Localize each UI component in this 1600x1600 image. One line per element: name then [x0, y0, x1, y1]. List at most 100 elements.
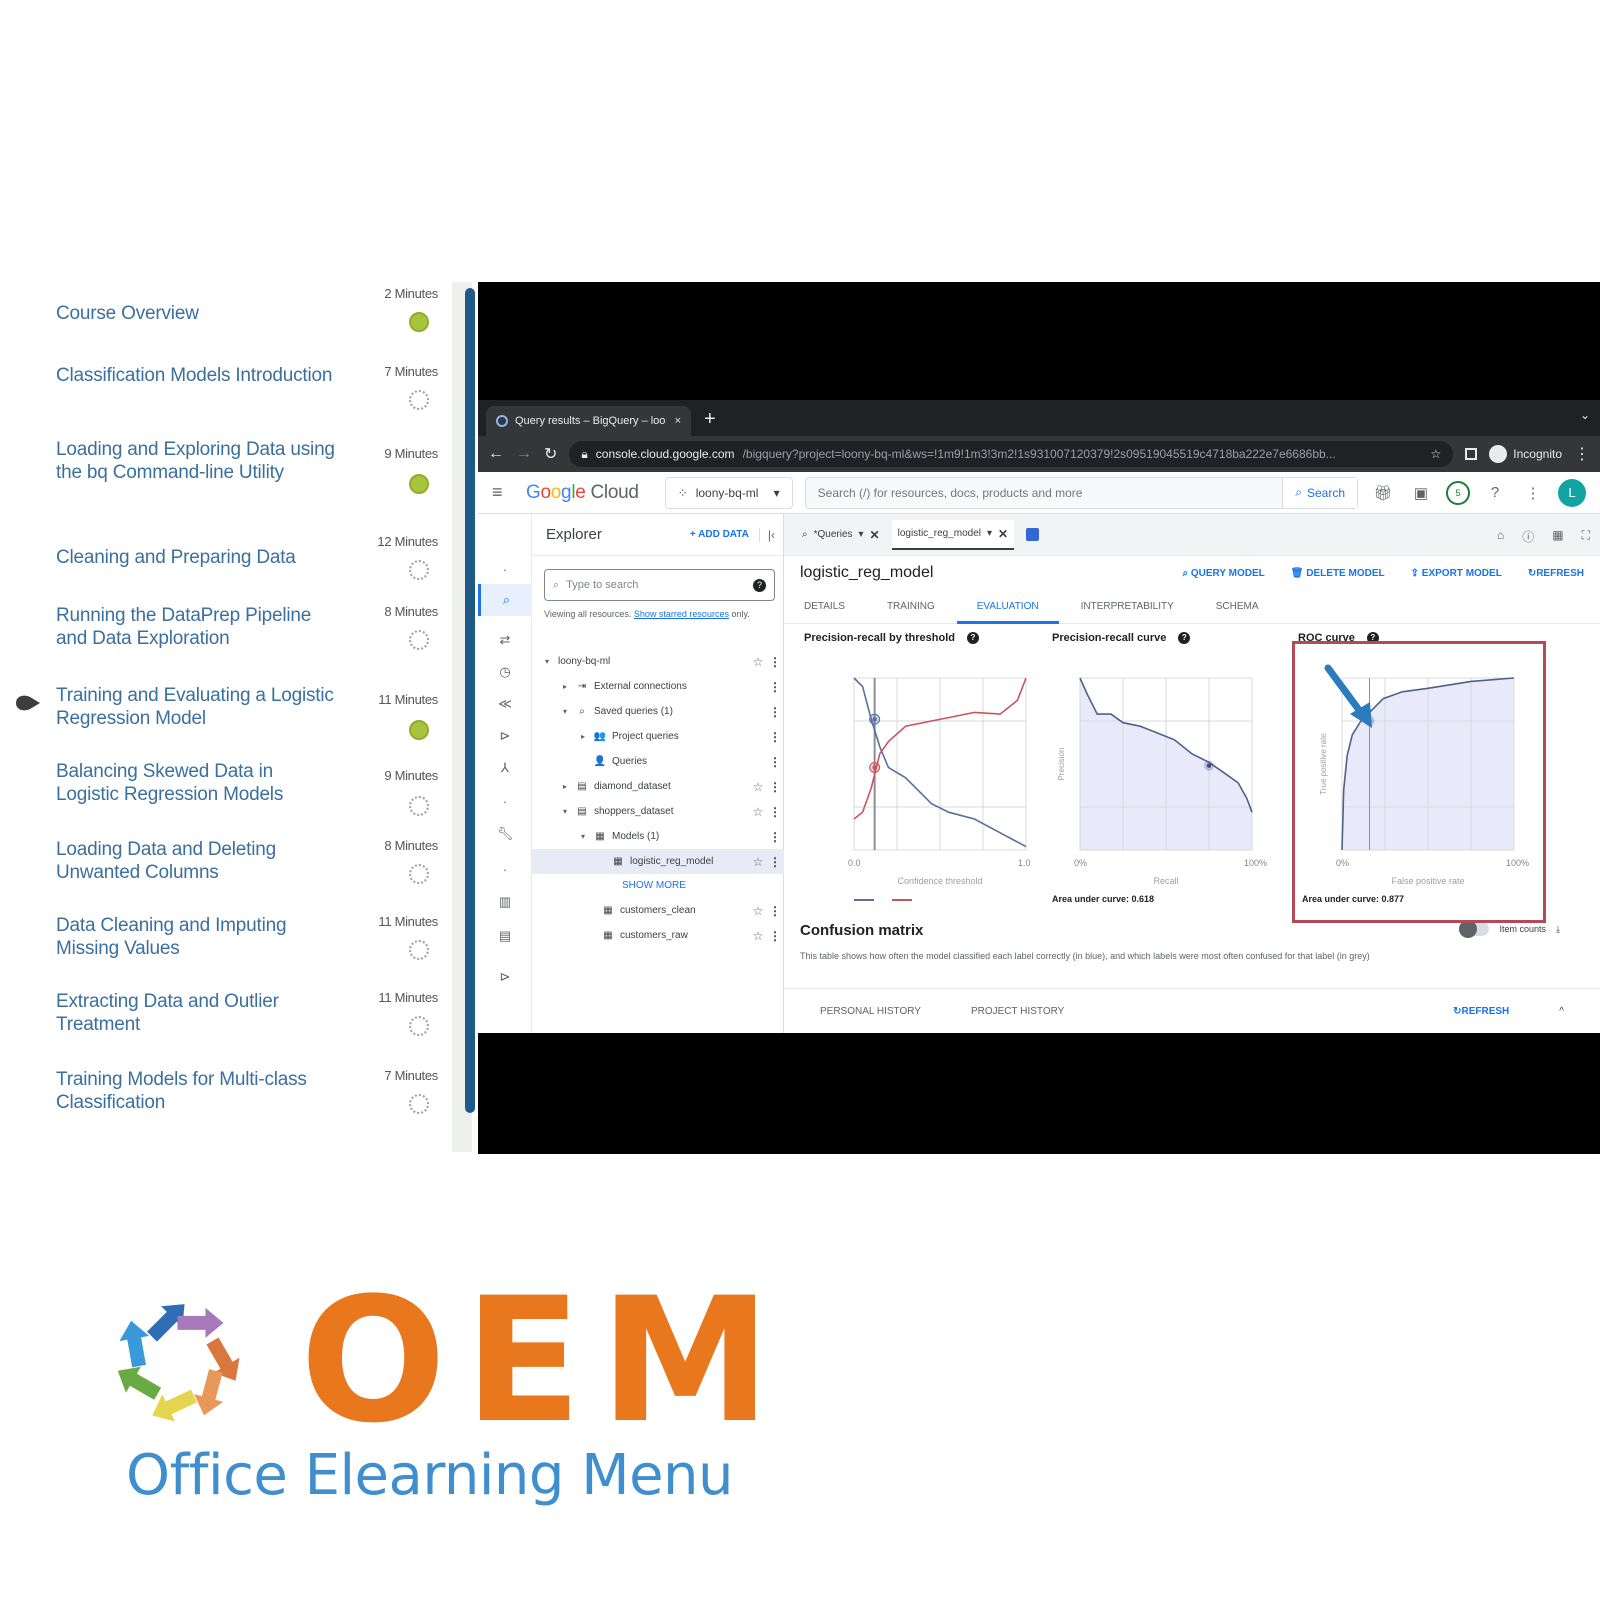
close-tab-icon[interactable]: × — [675, 415, 681, 427]
tree-item[interactable]: ▦ customers_clean ☆ ⋮ — [532, 898, 784, 923]
tree-item[interactable]: ▾ ▦ Models (1) ⋮ — [532, 824, 784, 849]
help-icon[interactable]: ? — [1178, 632, 1191, 644]
star-icon[interactable]: ☆ — [750, 655, 766, 669]
expand-toggle-icon[interactable]: ▾ — [578, 832, 588, 841]
refresh-button[interactable]: ↻REFRESH — [1528, 568, 1584, 579]
rail-chart-icon[interactable]: ▥ — [478, 894, 532, 910]
project-picker[interactable]: ⁘ loony-bq-ml ▾ — [664, 476, 793, 509]
gift-icon[interactable]: 🎁︎ — [1370, 484, 1396, 502]
lesson-title[interactable]: Training Models for Multi-class Classifi… — [56, 1068, 336, 1114]
more-options-icon[interactable]: ⋮ — [1520, 484, 1546, 502]
more-actions-icon[interactable]: ⋮ — [766, 780, 784, 794]
close-tab-icon[interactable]: ✕ — [870, 528, 880, 542]
tab-evaluation[interactable]: EVALUATION — [956, 590, 1059, 624]
rail-document-icon[interactable]: ▤ — [478, 928, 532, 944]
bookmark-star-icon[interactable]: ☆ — [1431, 447, 1442, 461]
browser-tab[interactable]: Query results – BigQuery – loo × — [486, 406, 691, 436]
rail-dot-icon[interactable]: · — [478, 862, 532, 877]
expand-toggle-icon[interactable]: ▸ — [560, 682, 570, 691]
google-cloud-logo[interactable]: Google Cloud — [526, 482, 639, 504]
star-icon[interactable]: ☆ — [750, 780, 766, 794]
more-actions-icon[interactable]: ⋮ — [766, 655, 784, 669]
gcp-search-input[interactable] — [805, 485, 1283, 500]
collapse-explorer-icon[interactable]: |‹ — [758, 527, 775, 542]
rail-search-icon[interactable]: ⌕ — [478, 584, 532, 616]
tree-item[interactable]: ▸ ⇥ External connections ⋮ — [532, 674, 784, 699]
project-history-tab[interactable]: PROJECT HISTORY — [971, 1006, 1064, 1017]
item-counts-toggle[interactable]: Item counts ⤓ — [1459, 920, 1560, 938]
help-icon[interactable]: ? — [967, 632, 979, 644]
more-actions-icon[interactable]: ⋮ — [766, 730, 784, 744]
more-actions-icon[interactable]: ⋮ — [766, 855, 784, 869]
lesson-title[interactable]: Course Overview — [56, 302, 336, 325]
more-actions-icon[interactable]: ⋮ — [766, 755, 784, 769]
expand-toggle-icon[interactable]: ▸ — [578, 732, 588, 741]
tab-search-chevron-icon[interactable]: ⌄ — [1580, 408, 1590, 422]
rail-history-icon[interactable]: ◷ — [478, 664, 532, 680]
lesson-title[interactable]: Data Cleaning and Imputing Missing Value… — [56, 914, 336, 960]
star-icon[interactable]: ☆ — [750, 904, 766, 918]
rail-pipeline-icon[interactable]: ⊳ — [478, 728, 532, 744]
hamburger-menu-icon[interactable]: ≡ — [492, 482, 514, 503]
tab-interpretability[interactable]: INTERPRETABILITY — [1081, 590, 1174, 624]
tree-item[interactable]: ▦ customers_raw ☆ ⋮ — [532, 923, 784, 948]
tab-schema[interactable]: SCHEMA — [1216, 590, 1259, 624]
more-actions-icon[interactable]: ⋮ — [766, 705, 784, 719]
export-model-button[interactable]: ⇪ EXPORT MODEL — [1411, 568, 1502, 579]
tree-item[interactable]: ▸ ▤ diamond_dataset ☆ ⋮ — [532, 774, 784, 799]
tab-details[interactable]: DETAILS — [804, 590, 845, 624]
lesson-list-scrollbar-thumb[interactable] — [465, 288, 475, 1113]
lesson-title[interactable]: Classification Models Introduction — [56, 364, 336, 387]
lesson-title[interactable]: Loading Data and Deleting Unwanted Colum… — [56, 838, 336, 884]
history-refresh-button[interactable]: ↻REFRESH — [1453, 1006, 1509, 1017]
rail-wrench-icon[interactable]: 🔧︎ — [478, 826, 532, 842]
tree-item[interactable]: ▾ loony-bq-ml ☆ ⋮ — [532, 649, 784, 674]
browser-menu-icon[interactable]: ⋮ — [1574, 444, 1590, 464]
cloud-shell-icon[interactable]: ▣ — [1408, 484, 1434, 502]
help-icon[interactable]: ? — [753, 578, 766, 592]
rail-transfers-icon[interactable]: ⇄ — [478, 632, 532, 648]
incognito-badge[interactable]: Incognito — [1489, 445, 1562, 463]
side-panel-icon[interactable] — [1465, 448, 1478, 460]
show-starred-link[interactable]: Show starred resources — [634, 609, 729, 619]
notifications-badge[interactable]: 5 — [1446, 480, 1470, 505]
tree-item[interactable]: 👤 Queries ⋮ — [532, 749, 784, 774]
more-actions-icon[interactable]: ⋮ — [766, 830, 784, 844]
rail-analytics-icon[interactable]: ≪ — [478, 696, 532, 712]
rail-expand-icon[interactable]: ⊳ — [478, 969, 532, 985]
expand-toggle-icon[interactable]: ▾ — [560, 807, 570, 816]
new-query-button[interactable] — [1026, 528, 1040, 541]
back-icon[interactable]: ← — [488, 445, 504, 463]
tab-training[interactable]: TRAINING — [887, 590, 935, 624]
rail-graph-icon[interactable]: ⅄ — [478, 760, 532, 776]
more-actions-icon[interactable]: ⋮ — [766, 904, 784, 918]
tree-item[interactable]: ▾ ▤ shoppers_dataset ☆ ⋮ — [532, 799, 784, 824]
info-icon[interactable]: ⓘ — [1522, 528, 1534, 545]
tree-item[interactable]: ▸ 👥 Project queries ⋮ — [532, 724, 784, 749]
toggle-switch[interactable] — [1459, 920, 1490, 938]
lesson-title[interactable]: Loading and Exploring Data using the bq … — [56, 438, 336, 484]
home-icon[interactable]: ⌂ — [1497, 528, 1504, 545]
help-icon[interactable]: ? — [1482, 484, 1508, 501]
close-tab-icon[interactable]: ✕ — [998, 527, 1008, 541]
lesson-title[interactable]: Training and Evaluating a Logistic Regre… — [56, 684, 336, 730]
forward-icon[interactable]: → — [516, 445, 532, 463]
lesson-title[interactable]: Running the DataPrep Pipeline and Data E… — [56, 604, 336, 650]
new-tab-button[interactable]: + — [704, 408, 716, 431]
star-icon[interactable]: ☆ — [750, 929, 766, 943]
explorer-search-field[interactable]: ⌕ Type to search ? — [544, 569, 775, 601]
rail-dot-icon[interactable]: · — [478, 562, 532, 577]
expand-toggle-icon[interactable]: ▾ — [542, 657, 552, 666]
download-icon[interactable]: ⤓ — [1556, 924, 1560, 935]
more-actions-icon[interactable]: ⋮ — [766, 929, 784, 943]
star-icon[interactable]: ☆ — [750, 855, 766, 869]
lesson-title[interactable]: Balancing Skewed Data in Logistic Regres… — [56, 760, 336, 806]
editor-tab-queries[interactable]: ⌕ *Queries ▾ ✕ — [796, 520, 886, 550]
query-model-button[interactable]: ⌕ QUERY MODEL — [1183, 568, 1265, 579]
star-icon[interactable]: ☆ — [750, 805, 766, 819]
expand-toggle-icon[interactable]: ▸ — [560, 782, 570, 791]
fullscreen-icon[interactable]: ⛶ — [1582, 528, 1590, 545]
gcp-search-button[interactable]: ⌕ Search — [1282, 477, 1357, 508]
more-actions-icon[interactable]: ⋮ — [766, 805, 784, 819]
keyboard-icon[interactable]: ▦ — [1552, 528, 1563, 545]
